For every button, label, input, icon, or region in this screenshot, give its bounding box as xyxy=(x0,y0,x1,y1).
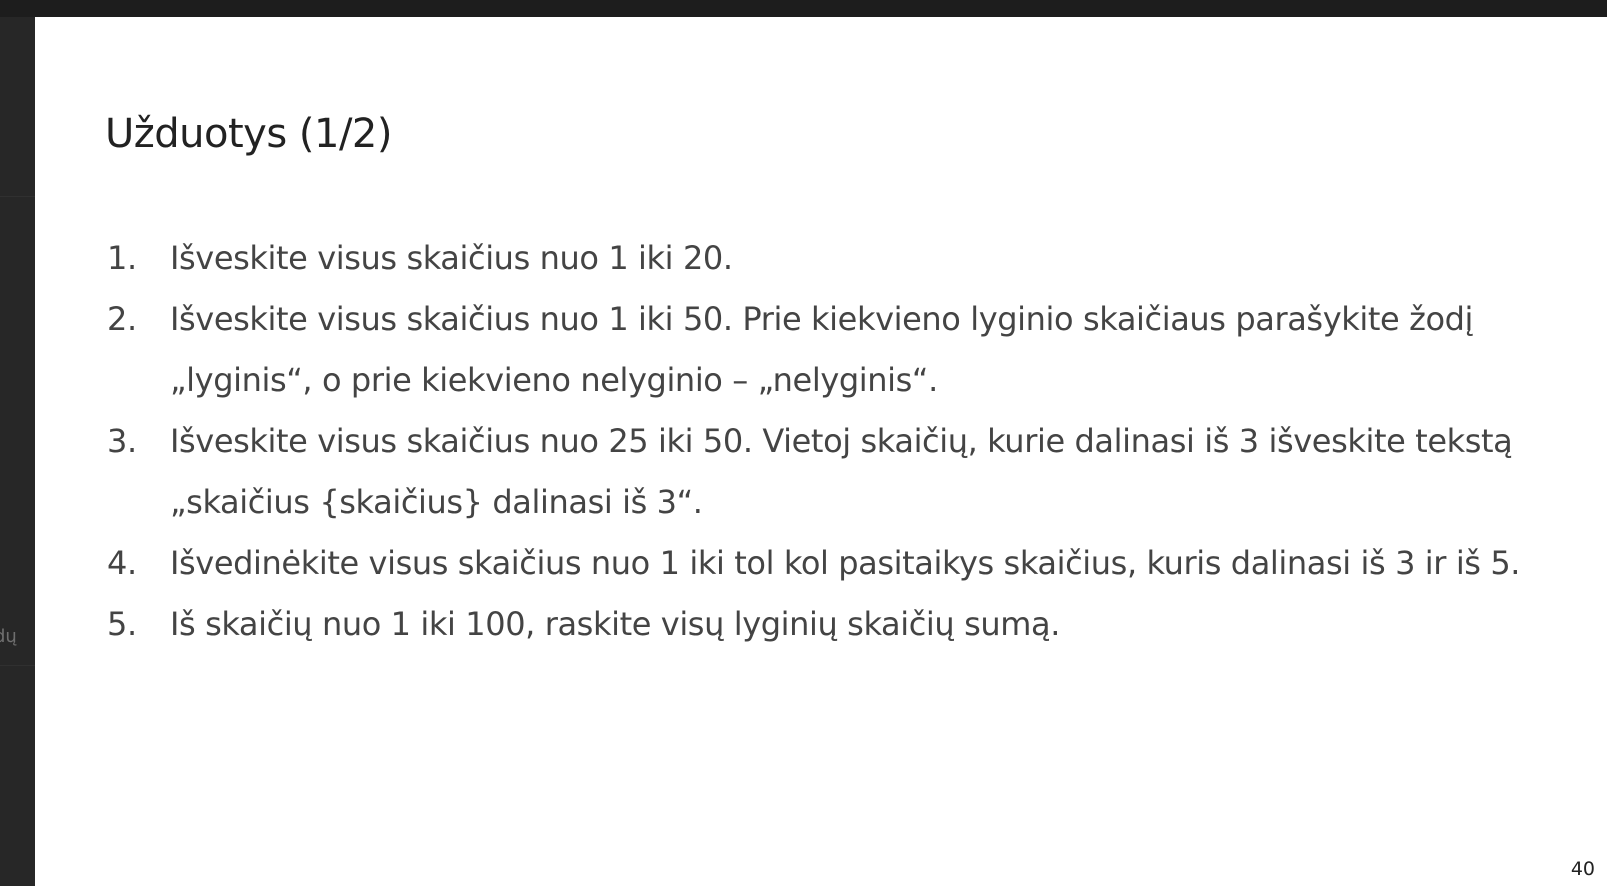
task-number: 2. xyxy=(107,300,137,338)
task-number: 5. xyxy=(107,605,137,643)
list-item: 3. Išveskite visus skaičius nuo 25 iki 5… xyxy=(107,411,1567,533)
panel-divider xyxy=(0,665,35,666)
list-item: 4. Išvedinėkite visus skaičius nuo 1 iki… xyxy=(107,533,1567,594)
list-item: 1. Išveskite visus skaičius nuo 1 iki 20… xyxy=(107,228,1567,289)
panel-divider xyxy=(0,196,35,197)
list-item: 5. Iš skaičių nuo 1 iki 100, raskite vis… xyxy=(107,594,1567,655)
slide-title: Užduotys (1/2) xyxy=(105,111,392,157)
presentation-slide[interactable]: Užduotys (1/2) 1. Išveskite visus skaiči… xyxy=(35,17,1607,886)
task-number: 4. xyxy=(107,544,137,582)
list-item: 2. Išveskite visus skaičius nuo 1 iki 50… xyxy=(107,289,1567,411)
task-text: Išvedinėkite visus skaičius nuo 1 iki to… xyxy=(170,544,1521,582)
task-list: 1. Išveskite visus skaičius nuo 1 iki 20… xyxy=(107,228,1567,655)
slide-page-number: 40 xyxy=(1570,858,1595,880)
task-number: 1. xyxy=(107,239,137,277)
task-number: 3. xyxy=(107,422,137,460)
left-panel-strip xyxy=(0,17,35,886)
task-text: Išveskite visus skaičius nuo 1 iki 20. xyxy=(170,239,733,277)
task-text: Išveskite visus skaičius nuo 25 iki 50. … xyxy=(170,422,1513,521)
sidebar-partial-label[interactable]: dų xyxy=(0,626,17,647)
task-text: Išveskite visus skaičius nuo 1 iki 50. P… xyxy=(170,300,1474,399)
top-bar xyxy=(0,0,1607,17)
task-text: Iš skaičių nuo 1 iki 100, raskite visų l… xyxy=(170,605,1060,643)
